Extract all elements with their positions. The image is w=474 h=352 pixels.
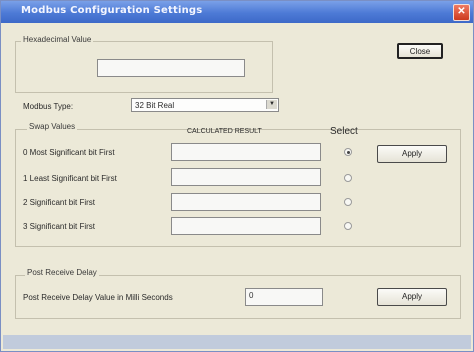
swap-apply-button[interactable]: Apply bbox=[377, 145, 447, 163]
swap-row-2-label: 2 Significant bit First bbox=[23, 198, 96, 207]
swap-row-0-radio[interactable] bbox=[344, 148, 352, 156]
modbus-type-value: 32 Bit Real bbox=[135, 101, 175, 110]
swap-values-label: Swap Values bbox=[27, 122, 78, 131]
window-title: Modbus Configuration Settings bbox=[21, 5, 203, 16]
swap-row-0-label: 0 Most Significant bit First bbox=[23, 148, 115, 157]
hex-value-label: Hexadecimal Value bbox=[21, 35, 94, 44]
swap-row-3-radio[interactable] bbox=[344, 222, 352, 230]
delay-apply-button[interactable]: Apply bbox=[377, 288, 447, 306]
select-header: Select bbox=[330, 126, 358, 137]
delay-value-field[interactable]: 0 bbox=[245, 288, 323, 306]
post-receive-delay-label: Post Receive Delay bbox=[25, 268, 99, 277]
status-bar bbox=[3, 335, 471, 349]
swap-row-0-result[interactable] bbox=[171, 143, 321, 161]
swap-row-3-label: 3 Significant bit First bbox=[23, 222, 96, 231]
swap-row-1-radio[interactable] bbox=[344, 174, 352, 182]
swap-row-3-result[interactable] bbox=[171, 217, 321, 235]
calculated-result-header: CALCULATED RESULT bbox=[187, 128, 262, 135]
dropdown-arrow-icon[interactable]: ▼ bbox=[266, 100, 277, 109]
swap-row-2-radio[interactable] bbox=[344, 198, 352, 206]
hex-value-field[interactable] bbox=[97, 59, 245, 77]
modbus-type-select[interactable]: 32 Bit Real ▼ bbox=[131, 98, 279, 112]
title-bar[interactable]: Modbus Configuration Settings ✕ bbox=[1, 1, 473, 23]
swap-row-2-result[interactable] bbox=[171, 193, 321, 211]
delay-field-label: Post Receive Delay Value in Milli Second… bbox=[23, 293, 173, 302]
close-button[interactable]: Close bbox=[397, 43, 443, 59]
close-icon[interactable]: ✕ bbox=[453, 4, 470, 21]
swap-row-1-result[interactable] bbox=[171, 168, 321, 186]
swap-row-1-label: 1 Least Significant bit First bbox=[23, 174, 117, 183]
modbus-config-window: Modbus Configuration Settings ✕ Hexadeci… bbox=[0, 0, 474, 352]
modbus-type-label: Modbus Type: bbox=[23, 102, 74, 111]
